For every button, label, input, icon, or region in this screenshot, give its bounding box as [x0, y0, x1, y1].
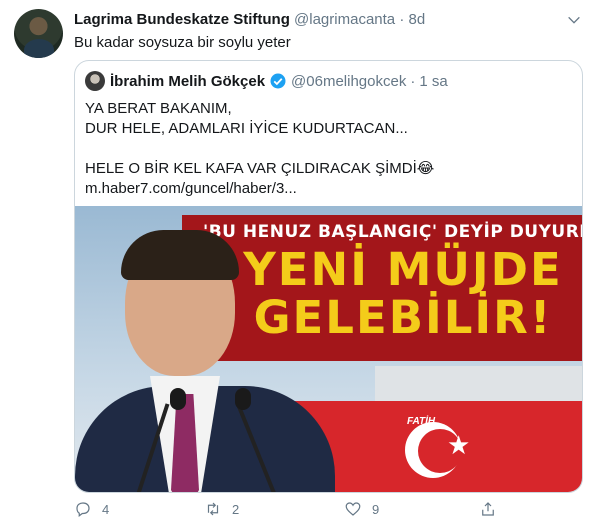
- quoted-link[interactable]: m.haber7.com/guncel/haber/3...: [85, 179, 434, 199]
- quoted-tweet[interactable]: İbrahim Melih Gökçek @06melihgokcek · 1 …: [74, 60, 583, 493]
- retweet-icon: [207, 502, 219, 516]
- like-count: 9: [372, 501, 380, 517]
- person-hair: [121, 230, 239, 280]
- person-photo: [75, 226, 335, 492]
- quoted-text-line: DUR HELE, ADAMLARI İYİCE KUDURTACAN...: [85, 120, 408, 137]
- share-button[interactable]: [479, 500, 507, 518]
- quoted-tweet-header: İbrahim Melih Gökçek @06melihgokcek · 1 …: [85, 71, 448, 91]
- quoted-text-line: HELE O BİR KEL KAFA VAR ÇILDIRACAK ŞİMDİ…: [85, 160, 435, 177]
- ship-superstructure: [375, 366, 582, 406]
- quoted-author-name: İbrahim Melih Gökçek: [110, 72, 266, 90]
- microphone-left: [170, 388, 186, 410]
- retweet-button[interactable]: 2: [204, 500, 239, 518]
- like-button[interactable]: 9: [344, 500, 379, 518]
- quoted-tweet-image[interactable]: FATİH ★ 'BU HENUZ BAŞLANGIÇ' DEYİP DUYUR…: [75, 206, 582, 492]
- like-icon: [345, 502, 361, 516]
- author-avatar[interactable]: [14, 9, 63, 58]
- share-icon: [482, 502, 494, 516]
- quoted-tweet-text: YA BERAT BAKANIM, DUR HELE, ADAMLARI İYİ…: [85, 99, 434, 199]
- tweet-timestamp[interactable]: 8d: [408, 11, 425, 28]
- separator-dot: ·: [399, 11, 405, 28]
- tweet-actions: 4 2 9: [74, 500, 494, 522]
- chevron-down-icon[interactable]: [566, 12, 582, 28]
- quoted-text-line: [85, 139, 434, 159]
- reply-count: 4: [102, 501, 110, 517]
- retweet-count: 2: [232, 501, 240, 517]
- verified-icon: [270, 73, 286, 89]
- author-handle[interactable]: @lagrimacanta: [294, 11, 395, 28]
- quoted-author-avatar: [85, 71, 105, 91]
- quoted-tweet-timestamp: 1 sa: [419, 72, 448, 90]
- quoted-separator-dot: ·: [410, 72, 416, 90]
- quoted-text-line: YA BERAT BAKANIM,: [85, 100, 232, 117]
- microphone-right: [235, 388, 251, 410]
- reply-icon: [76, 502, 90, 517]
- quoted-author-handle: @06melihgokcek: [291, 72, 407, 90]
- tweet-header: Lagrima Bundeskatze Stiftung @lagrimacan…: [74, 11, 425, 28]
- tweet-text: Bu kadar soysuza bir soylu yeter: [74, 34, 291, 51]
- reply-button[interactable]: 4: [74, 500, 109, 518]
- flag-star-icon: ★: [447, 430, 471, 460]
- author-name[interactable]: Lagrima Bundeskatze Stiftung: [74, 11, 290, 28]
